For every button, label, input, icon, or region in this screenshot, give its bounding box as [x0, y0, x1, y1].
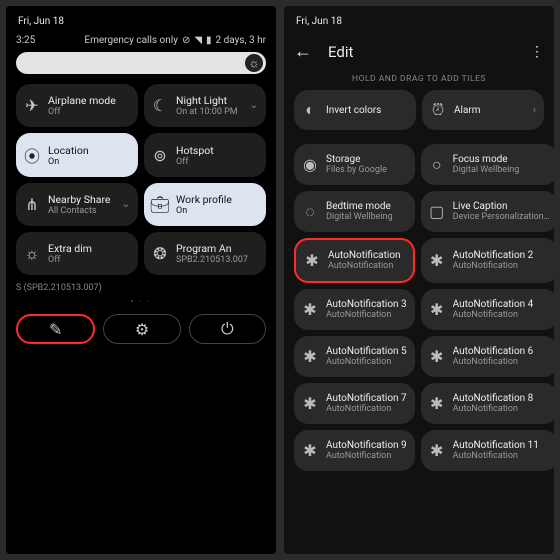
tile-extra-dim[interactable]: ☼ Extra dim Off [16, 232, 138, 275]
brightness-knob[interactable]: ☼ [245, 54, 263, 72]
brightness-icon: ☼ [249, 56, 260, 70]
more-button[interactable]: ⋮ [530, 44, 544, 60]
page-title: Edit [328, 43, 353, 61]
battery-icon: ▮ [206, 35, 212, 46]
wifi-icon: ◥ [194, 35, 202, 46]
tile-storage[interactable]: ◉ StorageFiles by Google [294, 144, 415, 185]
tile-autonotification-5[interactable]: ✱ AutoNotification 5AutoNotification [294, 336, 415, 377]
edit-tiles-button[interactable]: ✎ [16, 314, 95, 344]
clock: 3:25 [16, 35, 35, 46]
puzzle-icon: ✱ [302, 441, 318, 460]
tile-program[interactable]: ❂ Program An SPB2.210513.007 [144, 232, 266, 275]
no-sim-icon: ⊘ [182, 35, 190, 46]
tile-alarm[interactable]: ⏰︎ Alarm › [422, 90, 544, 130]
tile-autonotification-3[interactable]: ✱ AutoNotification 3AutoNotification [294, 289, 415, 330]
moon-icon: ☾ [152, 96, 168, 115]
focus-icon: ○ [429, 155, 445, 175]
hotspot-icon: ⊚ [152, 146, 168, 165]
pencil-icon: ✎ [49, 320, 62, 339]
dim-icon: ☼ [24, 244, 40, 264]
quick-tile-grid: ✈︎ Airplane mode Off ☾ Night Light On at… [16, 84, 266, 275]
bed-icon: ◌ [302, 202, 318, 222]
phone-right: Fri, Jun 18 ← Edit ⋮ HOLD AND DRAG TO AD… [284, 6, 554, 554]
tile-autonotification-11[interactable]: ✱ AutoNotification 11AutoNotification [421, 430, 554, 471]
puzzle-icon: ✱ [429, 441, 445, 460]
puzzle-icon: ✱ [429, 251, 445, 270]
emergency-text: Emergency calls only [84, 35, 178, 46]
chevron-down-icon: ⌄ [250, 100, 258, 111]
airplane-icon: ✈︎ [24, 96, 40, 115]
tile-autonotification-6[interactable]: ✱ AutoNotification 6AutoNotification [421, 336, 554, 377]
puzzle-icon: ✱ [304, 251, 320, 270]
puzzle-icon: ✱ [302, 347, 318, 366]
tile-invert-colors[interactable]: ◐ Invert colors [294, 90, 416, 130]
caption-icon: ▢ [429, 202, 445, 221]
storage-icon: ◉ [302, 155, 318, 174]
chevron-down-icon: ⌄ [122, 199, 130, 210]
date-right: Fri, Jun 18 [294, 14, 544, 35]
location-icon: ⦿ [24, 143, 40, 167]
alarm-icon: ⏰︎ [430, 100, 446, 120]
invert-icon: ◐ [302, 100, 318, 120]
status-extra: 2 days, 3 hr [216, 35, 266, 46]
tile-work-profile[interactable]: 💼︎ Work profile On [144, 183, 266, 226]
back-button[interactable]: ← [294, 41, 312, 62]
tile-autonotification-9[interactable]: ✱ AutoNotification 9AutoNotification [294, 430, 415, 471]
puzzle-icon: ✱ [429, 347, 445, 366]
tile-location[interactable]: ⦿ Location On [16, 133, 138, 177]
edit-header: ← Edit ⋮ [294, 35, 544, 68]
tile-autonotification-8[interactable]: ✱ AutoNotification 8AutoNotification [421, 383, 554, 424]
program-icon: ❂ [152, 244, 168, 263]
tile-autonotification-7[interactable]: ✱ AutoNotification 7AutoNotification [294, 383, 415, 424]
phone-left: Fri, Jun 18 3:25 Emergency calls only ⊘ … [6, 6, 276, 554]
gear-icon: ⚙ [135, 320, 149, 339]
tile-focus-mode[interactable]: ○ Focus modeDigital Wellbeing [421, 144, 554, 185]
tile-bedtime[interactable]: ◌ Bedtime modeDigital Wellbeing [294, 191, 415, 232]
status-row: 3:25 Emergency calls only ⊘ ◥ ▮ 2 days, … [16, 35, 266, 46]
hold-drag-label: HOLD AND DRAG TO ADD TILES [294, 68, 544, 90]
puzzle-icon: ✱ [302, 394, 318, 413]
page-dots: • · · [16, 297, 266, 306]
puzzle-icon: ✱ [302, 300, 318, 319]
settings-button[interactable]: ⚙ [103, 314, 180, 344]
power-button[interactable]: ⏻ [189, 314, 266, 344]
tile-night-light[interactable]: ☾ Night Light On at 10:00 PM ⌄ [144, 84, 266, 127]
puzzle-icon: ✱ [429, 300, 445, 319]
tile-autonotification-2[interactable]: ✱ AutoNotification 2AutoNotification [421, 238, 554, 283]
edit-head-grid: ◐ Invert colors ⏰︎ Alarm › [294, 90, 544, 130]
tile-autonotification-1[interactable]: ✱ AutoNotificationAutoNotification [294, 238, 415, 283]
tile-nearby-share[interactable]: ⋔ Nearby Share All Contacts ⌄ [16, 183, 138, 226]
tile-live-caption[interactable]: ▢ Live CaptionDevice Personalization… [421, 191, 554, 232]
edit-tile-grid: ◉ StorageFiles by Google ○ Focus modeDig… [294, 144, 544, 471]
briefcase-icon: 💼︎ [152, 195, 168, 214]
nearby-share-icon: ⋔ [24, 195, 40, 214]
power-icon: ⏻ [221, 319, 234, 339]
date-left: Fri, Jun 18 [16, 14, 266, 35]
tile-hotspot[interactable]: ⊚ Hotspot Off [144, 133, 266, 177]
tile-autonotification-4[interactable]: ✱ AutoNotification 4AutoNotification [421, 289, 554, 330]
chevron-right-icon: › [533, 105, 536, 116]
action-button-row: ✎ ⚙ ⏻ [16, 314, 266, 344]
brightness-slider[interactable]: ☼ [16, 52, 266, 74]
tile-airplane[interactable]: ✈︎ Airplane mode Off [16, 84, 138, 127]
build-footer: S (SPB2.210513.007) [16, 283, 266, 293]
puzzle-icon: ✱ [429, 394, 445, 413]
